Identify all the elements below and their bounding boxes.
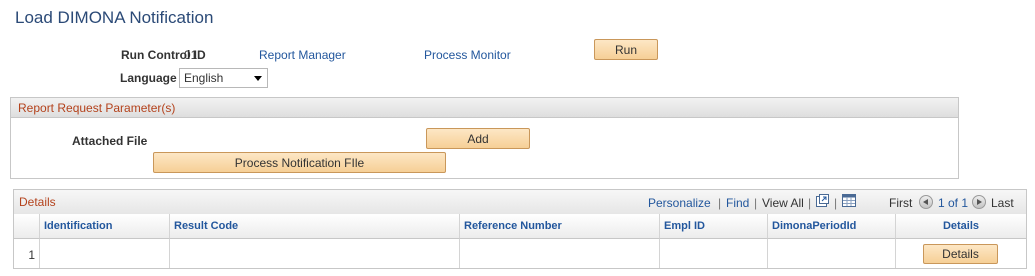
view-all-link[interactable]: View All (762, 196, 804, 210)
grid-navigation-bar: Details Personalize | Find | View All | … (14, 190, 1026, 215)
group-header: Report Request Parameter(s) (11, 98, 958, 118)
add-attachment-button[interactable]: Add (426, 128, 530, 149)
chevron-down-icon (254, 76, 262, 81)
run-control-id-value: 01 (184, 48, 198, 62)
column-header-identification[interactable]: Identification (40, 214, 170, 239)
separator: | (808, 196, 812, 210)
row-range-text: 1 of 1 (938, 196, 969, 210)
grid-title: Details (19, 195, 56, 209)
separator: | (718, 196, 722, 210)
column-header-empl-id[interactable]: Empl ID (660, 214, 768, 239)
find-link[interactable]: Find (726, 196, 749, 210)
run-button[interactable]: Run (594, 39, 658, 60)
process-notification-file-button[interactable]: Process Notification FIle (153, 152, 446, 173)
group-title: Report Request Parameter(s) (18, 101, 176, 115)
column-header-rownum (14, 214, 40, 239)
identification-cell (40, 239, 170, 268)
personalize-link[interactable]: Personalize (648, 196, 711, 210)
reference-number-cell (460, 239, 660, 268)
report-request-parameters-group: Report Request Parameter(s) Attached Fil… (10, 97, 959, 179)
report-manager-link[interactable]: Report Manager (259, 48, 346, 62)
result-code-cell (170, 239, 460, 268)
last-label: Last (991, 196, 1014, 210)
process-monitor-link[interactable]: Process Monitor (424, 48, 511, 62)
separator: | (754, 196, 758, 210)
previous-row-button[interactable] (919, 195, 933, 209)
details-grid: Details Personalize | Find | View All | … (13, 189, 1027, 269)
download-spreadsheet-icon[interactable] (842, 194, 856, 207)
chevron-right-icon (977, 199, 982, 205)
first-label: First (889, 196, 913, 210)
row-number: 1 (14, 239, 40, 268)
attached-file-label: Attached File (72, 134, 148, 148)
column-header-reference-number[interactable]: Reference Number (460, 214, 660, 239)
separator: | (834, 196, 838, 210)
details-button[interactable]: Details (923, 244, 998, 264)
page-title: Load DIMONA Notification (15, 8, 214, 27)
column-header-result-code[interactable]: Result Code (170, 214, 460, 239)
dimona-period-id-cell (768, 239, 896, 268)
chevron-left-icon (923, 199, 928, 205)
column-header-details[interactable]: Details (896, 214, 1026, 239)
next-row-button[interactable] (972, 195, 986, 209)
zoom-grid-icon[interactable] (816, 194, 829, 207)
column-header-dimona-period-id[interactable]: DimonaPeriodId (768, 214, 896, 239)
empl-id-cell (660, 239, 768, 268)
language-select[interactable]: English (179, 68, 268, 88)
language-select-value: English (184, 71, 224, 85)
details-cell: Details (896, 239, 1026, 268)
language-label: Language (120, 71, 177, 85)
